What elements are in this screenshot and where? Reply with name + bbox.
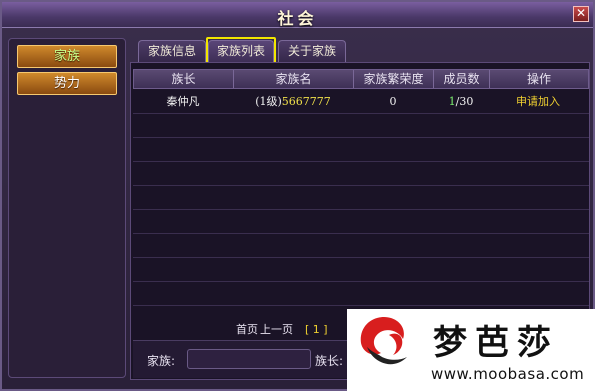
prev-page-link[interactable]: 上一页	[260, 323, 293, 336]
family-search-label: 家族:	[147, 354, 176, 368]
row-prosperity: 0	[389, 95, 397, 108]
row-members-current: 1	[448, 95, 456, 108]
pagination: 首页 上一页 [ 1 ]	[236, 321, 330, 337]
side-nav-family-button[interactable]: 家族	[17, 45, 117, 68]
title-bar[interactable]: 社会 ✕	[2, 2, 593, 28]
side-nav: 家族 势力	[8, 38, 126, 378]
table-row-empty	[133, 258, 589, 282]
table-row-empty	[133, 186, 589, 210]
side-nav-faction-button[interactable]: 势力	[17, 72, 117, 95]
family-search-input[interactable]	[187, 349, 311, 369]
first-page-link[interactable]: 首页	[236, 323, 258, 336]
table-row-empty	[133, 210, 589, 234]
table-header: 族长 家族名 家族繁荣度 成员数 操作	[133, 69, 589, 89]
header-leader: 族长	[134, 70, 234, 88]
family-table-body: 秦仲凡 (1级)5667777 0 1/30 申请加入	[133, 90, 589, 318]
table-row[interactable]: 秦仲凡 (1级)5667777 0 1/30 申请加入	[133, 90, 589, 114]
row-family-name: (1级)5667777	[233, 90, 353, 113]
watermark: 梦芭莎 www.moobasa.com	[347, 309, 595, 391]
row-family-name-text: 5667777	[281, 95, 331, 108]
table-row-empty	[133, 162, 589, 186]
table-row-empty	[133, 282, 589, 306]
table-row-empty	[133, 114, 589, 138]
leader-search-label: 族长:	[315, 354, 344, 368]
header-members: 成员数	[434, 70, 490, 88]
table-row-empty	[133, 234, 589, 258]
tab-family-info[interactable]: 家族信息	[138, 40, 206, 62]
close-button[interactable]: ✕	[573, 6, 589, 22]
tab-highlight-box	[206, 37, 276, 65]
apply-join-link[interactable]: 申请加入	[489, 90, 587, 113]
current-page: [ 1 ]	[305, 323, 328, 336]
row-family-level: (1级)	[255, 95, 282, 108]
row-members-max: /30	[455, 95, 474, 108]
moobasa-logo-icon	[360, 317, 407, 365]
watermark-name: 梦芭莎	[433, 323, 559, 363]
window-title: 社会	[277, 9, 318, 28]
watermark-url: www.moobasa.com	[431, 365, 585, 383]
header-family-name: 家族名	[234, 70, 354, 88]
header-action: 操作	[526, 72, 551, 86]
tab-about-family[interactable]: 关于家族	[278, 40, 346, 62]
header-prosperity: 家族繁荣度	[354, 70, 434, 88]
row-members: 1/30	[433, 90, 489, 113]
table-row-empty	[133, 138, 589, 162]
row-leader: 秦仲凡	[166, 95, 200, 108]
